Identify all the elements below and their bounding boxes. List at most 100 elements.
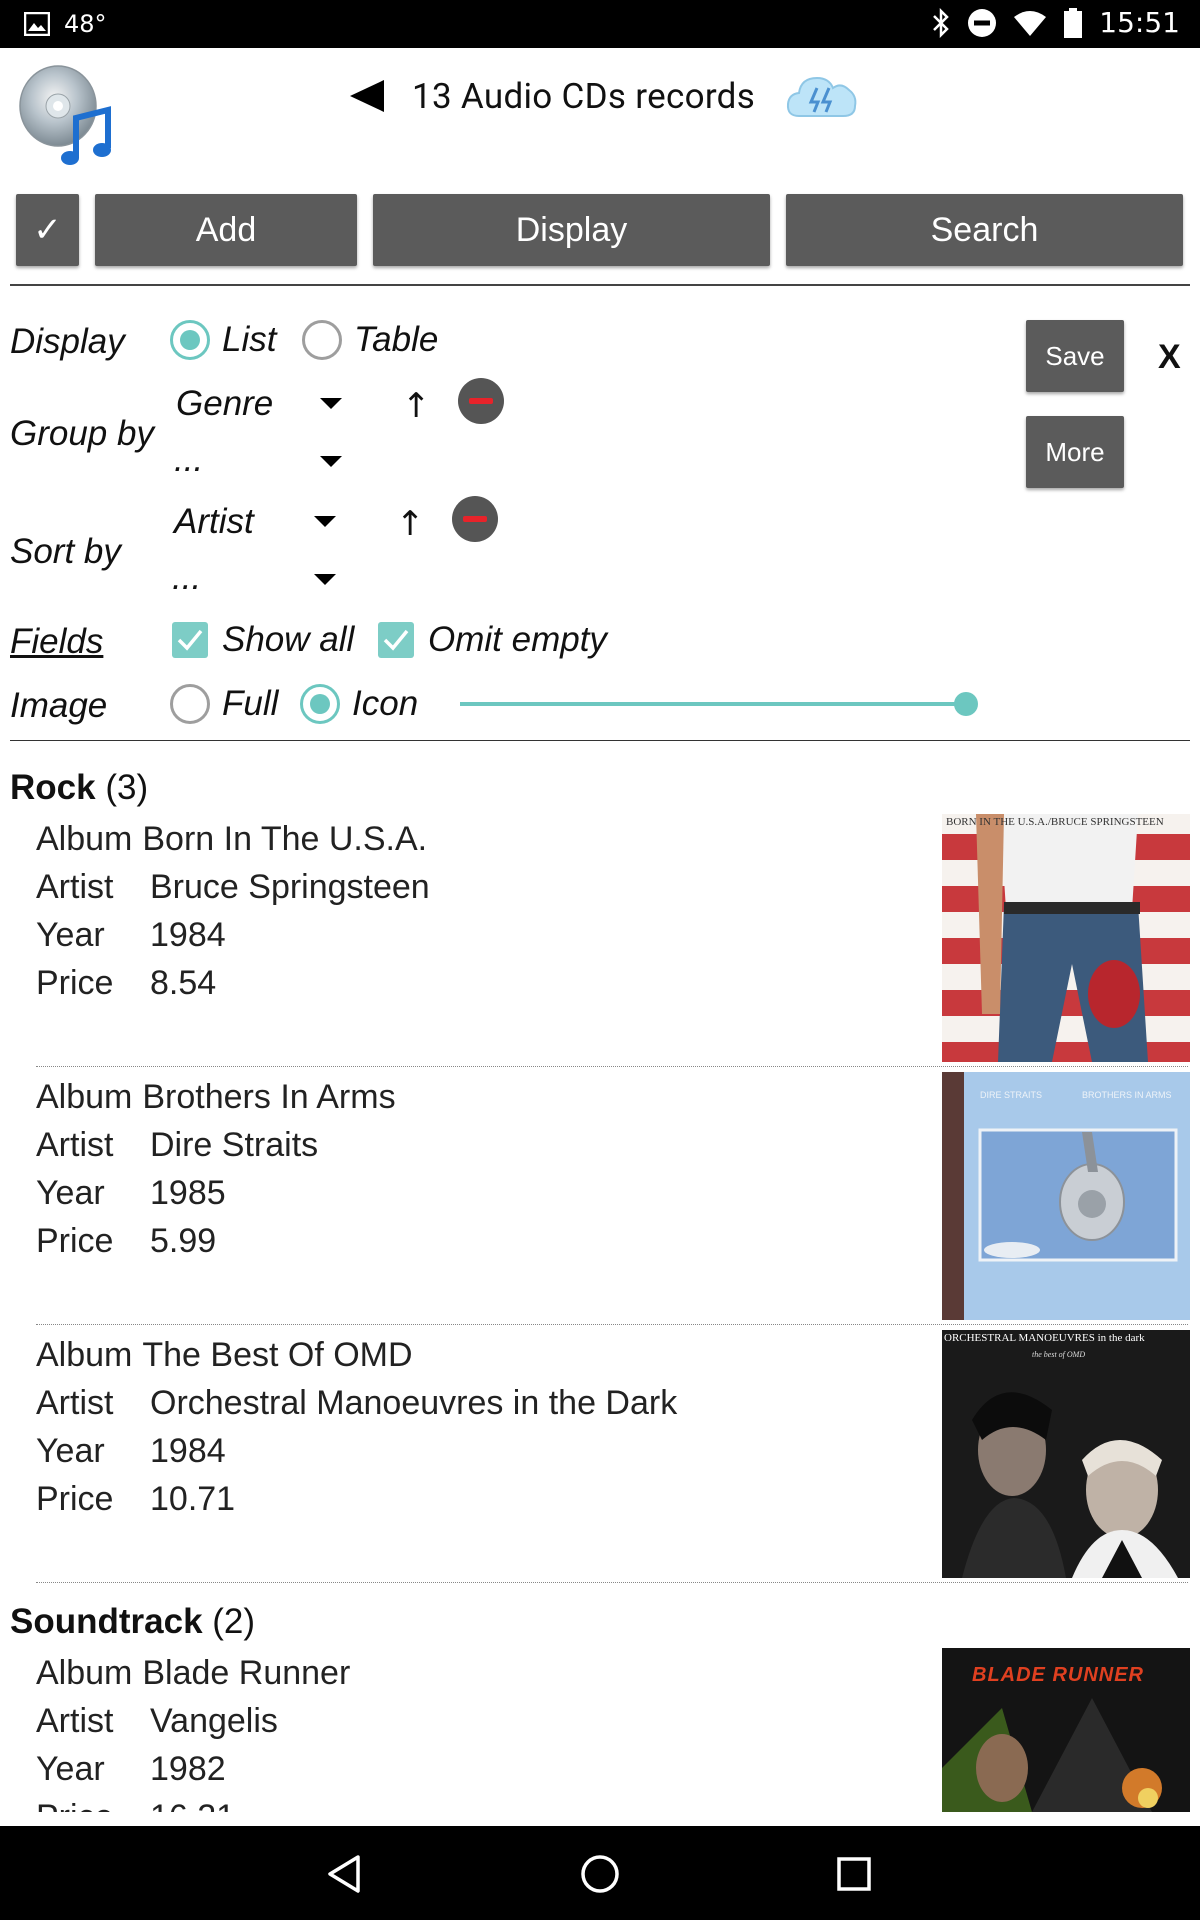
- wifi-icon: [1014, 10, 1047, 36]
- sort-by-label: Sort by: [10, 532, 121, 571]
- artist-value: Bruce Springsteen: [150, 868, 430, 906]
- image-size-slider-track[interactable]: [460, 702, 966, 706]
- cloud-sync-icon[interactable]: [785, 70, 859, 122]
- omit-empty-checkbox[interactable]: [378, 622, 414, 658]
- artist-row: Artist Orchestral Manoeuvres in the Dark: [36, 1384, 678, 1422]
- image-icon-option[interactable]: Icon: [352, 684, 418, 724]
- search-button[interactable]: Search: [786, 194, 1183, 266]
- artist-row: Artist Bruce Springsteen: [36, 868, 430, 906]
- sort-ascending-arrow-icon[interactable]: ↑: [396, 504, 425, 544]
- album-cover-image[interactable]: BLADE RUNNER: [942, 1648, 1190, 1812]
- price-value: 16.21: [150, 1798, 235, 1812]
- display-table-option[interactable]: Table: [354, 320, 438, 360]
- display-table-radio[interactable]: [302, 320, 342, 360]
- chevron-down-icon[interactable]: [314, 516, 336, 527]
- display-list-option[interactable]: List: [222, 320, 276, 360]
- record-separator: [36, 1324, 1188, 1325]
- action-toolbar: ✓ Add Display Search: [0, 194, 1200, 268]
- app-header: 13 Audio CDs records: [0, 48, 1200, 188]
- group-header-rock: Rock (3): [10, 768, 148, 808]
- more-button[interactable]: More: [1026, 416, 1124, 488]
- clock-text: 15:51: [1099, 6, 1180, 39]
- records-list: Rock (3) Album Born In The U.S.A. Artist B…: [0, 750, 1200, 1812]
- image-icon-radio[interactable]: [300, 684, 340, 724]
- add-button[interactable]: Add: [95, 194, 357, 266]
- home-nav-icon[interactable]: [580, 1854, 620, 1894]
- album-cover-image[interactable]: DIRE STRAITS BROTHERS IN ARMS remasters: [942, 1072, 1190, 1320]
- display-list-radio[interactable]: [170, 320, 210, 360]
- show-all-option[interactable]: Show all: [222, 620, 354, 660]
- price-value: 10.71: [150, 1480, 236, 1518]
- remove-sort-button[interactable]: [452, 496, 498, 542]
- artist-row: Artist Dire Straits: [36, 1126, 319, 1164]
- price-value: 5.99: [150, 1222, 217, 1260]
- record-separator: [36, 1066, 1188, 1067]
- recents-nav-icon[interactable]: [836, 1856, 872, 1892]
- checkmark-icon: [383, 629, 409, 651]
- group-by-primary-select[interactable]: Genre: [176, 384, 273, 424]
- artist-value: Orchestral Manoeuvres in the Dark: [150, 1384, 678, 1422]
- back-nav-icon[interactable]: [326, 1854, 362, 1894]
- year-value: 1984: [150, 916, 226, 954]
- chevron-down-icon[interactable]: [314, 574, 336, 585]
- year-row: Year 1984: [36, 1432, 226, 1470]
- cover-text: BROTHERS IN ARMS: [1082, 1090, 1172, 1100]
- group-name: Soundtrack: [10, 1602, 203, 1641]
- save-button[interactable]: Save: [1026, 320, 1124, 392]
- chevron-down-icon[interactable]: [320, 456, 342, 467]
- battery-icon: [1064, 7, 1083, 38]
- year-value: 1984: [150, 1432, 226, 1470]
- close-panel-button[interactable]: X: [1158, 338, 1181, 377]
- divider: [10, 284, 1190, 286]
- cover-text: BORN IN THE U.S.A./BRUCE SPRINGSTEEN: [946, 816, 1164, 828]
- temperature-text: 48°: [64, 10, 107, 38]
- year-row: Year 1984: [36, 916, 226, 954]
- title-bar: 13 Audio CDs records: [350, 70, 859, 122]
- album-row: Album Blade Runner: [36, 1654, 351, 1692]
- back-arrow-icon[interactable]: [350, 80, 384, 112]
- price-row: Price 10.71: [36, 1480, 236, 1518]
- status-bar: 48° 15:51: [0, 0, 1200, 48]
- album-row: Album The Best Of OMD: [36, 1336, 413, 1374]
- show-all-checkbox[interactable]: [172, 622, 208, 658]
- checkmark-icon: [177, 629, 203, 651]
- artist-value: Vangelis: [150, 1702, 278, 1740]
- system-navigation-bar: [0, 1826, 1200, 1920]
- group-count: (2): [212, 1602, 256, 1641]
- album-value: Brothers In Arms: [142, 1078, 396, 1116]
- omit-empty-option[interactable]: Omit empty: [428, 620, 607, 660]
- display-button[interactable]: Display: [373, 194, 770, 266]
- artist-value: Dire Straits: [150, 1126, 319, 1164]
- select-checkmark-button[interactable]: ✓: [16, 194, 79, 266]
- remove-group-button[interactable]: [458, 378, 504, 424]
- album-cover-image[interactable]: BORN IN THE U.S.A./BRUCE SPRINGSTEEN: [942, 814, 1190, 1062]
- image-full-option[interactable]: Full: [222, 684, 278, 724]
- bluetooth-icon: [933, 7, 950, 38]
- cover-text: the best of OMD: [1032, 1350, 1086, 1359]
- sort-by-secondary-select[interactable]: ...: [172, 558, 201, 598]
- image-full-radio[interactable]: [170, 684, 210, 724]
- album-cover-image[interactable]: ORCHESTRAL MANOEUVRES in the dark the be…: [942, 1330, 1190, 1578]
- record-separator: [36, 1582, 1188, 1583]
- group-header-soundtrack: Soundtrack (2): [10, 1602, 255, 1642]
- image-size-slider-thumb[interactable]: [954, 692, 978, 716]
- sort-by-primary-select[interactable]: Artist: [174, 502, 254, 542]
- album-value: Born In The U.S.A.: [142, 820, 428, 858]
- artist-row: Artist Vangelis: [36, 1702, 278, 1740]
- group-by-secondary-select[interactable]: ...: [174, 440, 203, 480]
- price-value: 8.54: [150, 964, 217, 1002]
- cover-text: remasters: [942, 1156, 945, 1203]
- album-value: The Best Of OMD: [142, 1336, 413, 1374]
- group-name: Rock: [10, 768, 96, 807]
- year-row: Year 1982: [36, 1750, 226, 1788]
- fields-link[interactable]: Fields: [10, 622, 103, 662]
- price-row: Price16.21: [36, 1798, 235, 1812]
- album-value: Blade Runner: [142, 1654, 351, 1692]
- album-row: Album Born In The U.S.A.: [36, 820, 428, 858]
- chevron-down-icon[interactable]: [320, 398, 342, 409]
- do-not-disturb-icon: [968, 8, 997, 37]
- display-label: Display: [10, 322, 125, 361]
- year-value: 1982: [150, 1750, 226, 1788]
- sort-ascending-arrow-icon[interactable]: ↑: [402, 386, 431, 426]
- divider: [10, 740, 1190, 741]
